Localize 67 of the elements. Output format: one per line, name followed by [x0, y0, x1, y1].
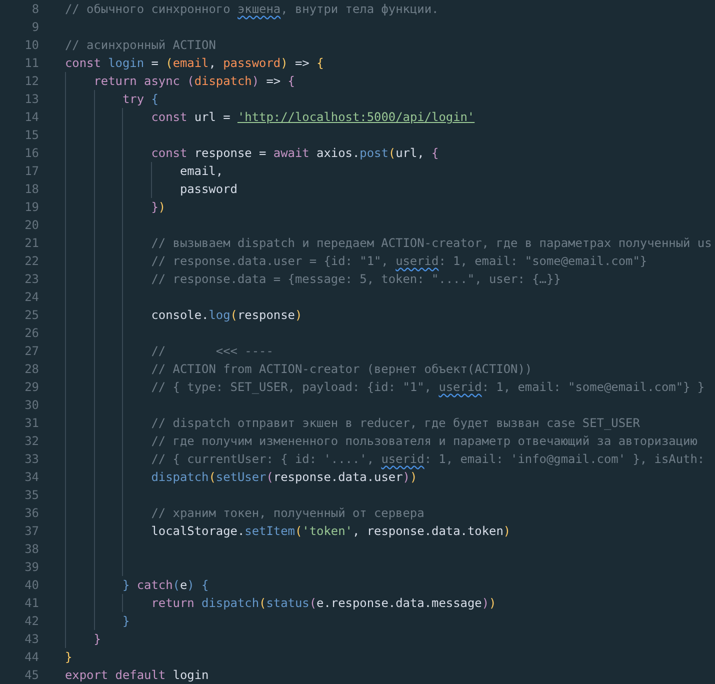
code-line: const login = (email, password) => {	[65, 55, 324, 72]
line-number: 17	[24, 163, 39, 180]
line-number: 15	[24, 127, 39, 144]
code-line: } catch(e) {	[65, 576, 209, 594]
code-line: })	[65, 198, 166, 216]
line-number: 22	[24, 253, 39, 270]
line-number: 27	[24, 343, 39, 360]
line-number: 16	[24, 145, 39, 162]
line-number: 38	[24, 541, 39, 558]
line-number: 35	[24, 487, 39, 504]
line-number: 45	[24, 667, 39, 684]
line-number: 42	[24, 613, 39, 630]
line-number: 18	[24, 181, 39, 198]
code-line: }	[65, 649, 72, 666]
line-number: 29	[24, 379, 39, 396]
line-number: 25	[24, 307, 39, 324]
code-line: return async (dispatch) => {	[65, 72, 295, 90]
line-number: 44	[24, 649, 39, 666]
code-line: // где получим измененного пользователя и параметр отвечающий за авторизацию	[65, 432, 698, 450]
code-line: export default login	[65, 667, 209, 684]
code-line: // { type: SET_USER, payload: {id: "1", userid: 1, email: "some@email.com"} }	[65, 378, 705, 396]
code-line: localStorage.setItem('token', response.data.token)	[65, 522, 511, 540]
line-number: 43	[24, 631, 39, 648]
line-number: 30	[24, 397, 39, 414]
line-number: 13	[24, 91, 39, 108]
line-number: 12	[24, 73, 39, 90]
code-line: // <<< ----	[65, 342, 274, 360]
code-line: email,	[65, 162, 224, 180]
line-number: 20	[24, 217, 39, 234]
code-line: // обычного синхронного экшена, внутри тела функции.	[65, 1, 439, 18]
code-line: const url = 'http://localhost:5000/api/login'	[65, 108, 475, 126]
code-line: // { currentUser: { id: '....', userid: 1, email: 'info@gmail.com' }, isAuth:	[65, 450, 705, 468]
code-line: password	[65, 180, 238, 198]
code-line: return dispatch(status(e.response.data.message))	[65, 594, 496, 612]
line-number: 24	[24, 289, 39, 306]
line-number: 26	[24, 325, 39, 342]
code-line: // response.data = {message: 5, token: "....", user: {…}}	[65, 270, 561, 288]
code-line: // response.data.user = {id: "1", userid: 1, email: "some@email.com"}	[65, 252, 648, 270]
line-number: 40	[24, 577, 39, 594]
code-line: // асинхронный ACTION	[65, 37, 216, 54]
code-line: console.log(response)	[65, 306, 302, 324]
line-number: 28	[24, 361, 39, 378]
code-line: try {	[65, 90, 158, 108]
line-number: 34	[24, 469, 39, 486]
line-number: 37	[24, 523, 39, 540]
line-number: 8	[30, 1, 39, 18]
line-number: 23	[24, 271, 39, 288]
line-number: 9	[30, 19, 39, 36]
code-line: }	[65, 612, 130, 630]
code-line: const response = await axios.post(url, {	[65, 144, 439, 162]
line-number: 39	[24, 559, 39, 576]
line-number: 11	[24, 55, 39, 72]
line-number: 32	[24, 433, 39, 450]
code-line: // dispatch отправит экшен в reducer, где будет вызван case SET_USER	[65, 414, 640, 432]
line-number: 10	[24, 37, 39, 54]
line-number: 31	[24, 415, 39, 432]
line-number: 19	[24, 199, 39, 216]
code-line: // вызываем dispatch и передаем ACTION-creator, где в параметрах полученный us	[65, 234, 712, 252]
line-number: 21	[24, 235, 39, 252]
line-number: 33	[24, 451, 39, 468]
code-line: // храним токен, полученный от сервера	[65, 504, 424, 522]
line-number: 36	[24, 505, 39, 522]
line-number: 41	[24, 595, 39, 612]
line-number: 14	[24, 109, 39, 126]
code-line: }	[65, 630, 101, 648]
code-line: // ACTION from ACTION-creator (вернет объект(ACTION))	[65, 360, 532, 378]
code-line: dispatch(setUser(response.data.user))	[65, 468, 418, 486]
